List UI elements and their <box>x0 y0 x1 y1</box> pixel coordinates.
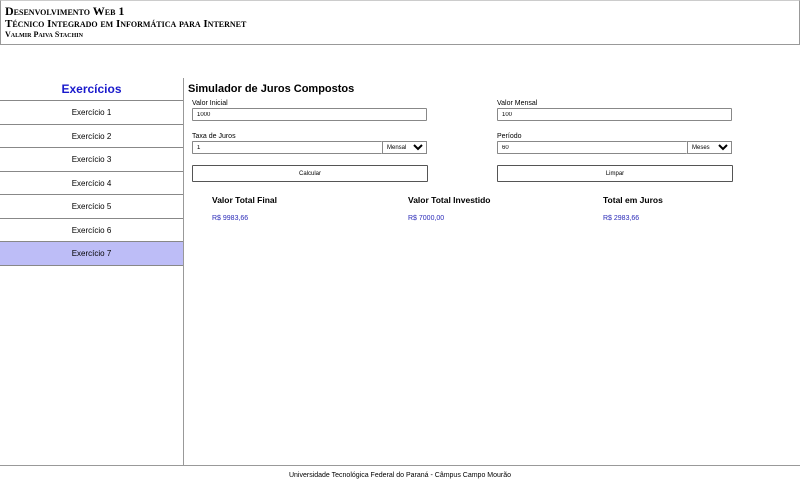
taxa-unit-select[interactable]: Mensal <box>382 141 427 154</box>
main-content: Simulador de Juros Compostos <box>188 83 800 96</box>
taxa-juros-group: Taxa de Juros Mensal <box>192 132 428 154</box>
valor-mensal-label: Valor Mensal <box>497 100 538 107</box>
result-total-final-value: R$ 9983,66 <box>212 215 249 222</box>
sidebar-title: Exercícios <box>61 82 122 96</box>
taxa-juros-row: Mensal <box>192 141 428 154</box>
author-name: Valmir Paiva Stachin <box>5 30 83 39</box>
sidebar-item-exercicio-4[interactable]: Exercício 4 <box>0 172 183 195</box>
periodo-input[interactable] <box>497 141 687 154</box>
valor-mensal-input[interactable] <box>497 108 732 121</box>
result-total-final: Valor Total Final R$ 9983,66 <box>212 195 277 223</box>
program-subtitle: Técnico Integrado em Informática para In… <box>5 18 247 30</box>
page-title: Simulador de Juros Compostos <box>188 83 355 95</box>
limpar-button[interactable]: Limpar <box>497 165 733 182</box>
footer-text: Universidade Tecnológica Federal do Para… <box>288 472 512 479</box>
result-total-final-label: Valor Total Final <box>212 195 278 205</box>
sidebar: Exercícios Exercício 1 Exercício 2 Exerc… <box>0 78 184 465</box>
sidebar-list: Exercício 1 Exercício 2 Exercício 3 Exer… <box>0 100 183 266</box>
periodo-unit-select[interactable]: Meses <box>687 141 732 154</box>
result-total-investido-label: Valor Total Investido <box>408 195 491 205</box>
sidebar-item-exercicio-5[interactable]: Exercício 5 <box>0 195 183 219</box>
calcular-button[interactable]: Calcular <box>192 165 428 182</box>
result-total-juros: Total em Juros R$ 2983,66 <box>603 195 663 223</box>
sidebar-item-exercicio-6[interactable]: Exercício 6 <box>0 219 183 242</box>
result-total-juros-value: R$ 2983,66 <box>603 215 640 222</box>
sidebar-item-exercicio-3[interactable]: Exercício 3 <box>0 148 183 172</box>
taxa-juros-input[interactable] <box>192 141 382 154</box>
page-header: Desenvolvimento Web 1 Técnico Integrado … <box>0 0 800 45</box>
sidebar-item-exercicio-2[interactable]: Exercício 2 <box>0 125 183 148</box>
result-total-investido: Valor Total Investido R$ 7000,00 <box>408 195 491 223</box>
course-title: Desenvolvimento Web 1 <box>5 4 125 18</box>
valor-mensal-group: Valor Mensal <box>497 99 733 121</box>
page-footer: Universidade Tecnológica Federal do Para… <box>0 465 800 487</box>
result-total-juros-label: Total em Juros <box>603 195 663 205</box>
result-total-investido-value: R$ 7000,00 <box>408 215 445 222</box>
periodo-label: Período <box>497 133 522 140</box>
sidebar-item-exercicio-7[interactable]: Exercício 7 <box>0 242 183 266</box>
periodo-group: Período Meses <box>497 132 733 154</box>
valor-inicial-group: Valor Inicial <box>192 99 428 121</box>
valor-inicial-label: Valor Inicial <box>192 100 228 107</box>
sidebar-item-exercicio-1[interactable]: Exercício 1 <box>0 101 183 125</box>
taxa-juros-label: Taxa de Juros <box>192 133 236 140</box>
periodo-row: Meses <box>497 141 733 154</box>
valor-inicial-input[interactable] <box>192 108 427 121</box>
